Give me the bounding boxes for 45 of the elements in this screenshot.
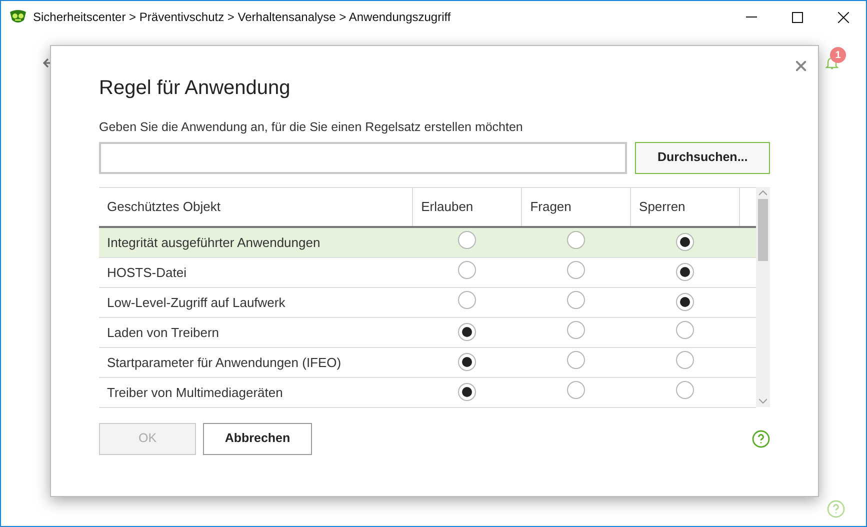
radio-button[interactable] [458,230,476,249]
help-icon[interactable] [752,430,770,448]
column-header: Fragen [530,199,572,214]
window-title: Sicherheitscenter > Präventivschutz > Verhaltensanalyse > Anwendungszugriff [33,9,451,26]
radio-button[interactable] [458,260,476,278]
scroll-down-icon[interactable] [759,398,767,404]
scroll-thumb[interactable] [758,198,768,261]
object-name[interactable]: Startparameter für Anwendungen (IFEO) [107,354,342,370]
radio-button[interactable] [567,380,586,398]
scrollbar[interactable] [756,186,770,407]
help-icon[interactable] [827,500,845,518]
radio-button[interactable] [676,350,694,368]
minimize-icon[interactable] [746,16,756,18]
radio-button[interactable] [458,382,476,400]
radio-button[interactable] [567,320,586,338]
radio-button[interactable] [458,322,476,340]
radio-button[interactable] [676,232,694,251]
notification-badge: 1 [830,47,846,63]
radio-button[interactable] [458,290,476,308]
radio-button[interactable] [458,352,476,370]
column-header: Geschütztes Objekt [107,199,220,214]
cancel-button[interactable]: Abbrechen [203,422,312,455]
maximize-icon[interactable] [792,12,802,22]
radio-button[interactable] [676,262,694,280]
column-header: Sperren [639,199,686,214]
dialog-title: Regel für Anwendung [99,76,292,100]
radio-button[interactable] [567,230,586,249]
radio-button[interactable] [567,260,586,278]
radio-button[interactable] [676,380,694,398]
object-name[interactable]: Laden von Treibern [107,324,220,340]
scroll-up-icon[interactable] [759,190,767,196]
radio-button[interactable] [676,292,694,310]
prompt-text: Geben Sie die Anwendung an, für die Sie einen Regelsatz erstellen möchten [99,119,524,136]
close-icon[interactable] [838,12,848,22]
radio-button[interactable] [676,320,694,338]
radio-button[interactable] [567,350,586,368]
browse-button[interactable]: Durchsuchen... [635,142,770,174]
application-field[interactable] [99,142,628,174]
radio-button[interactable] [567,290,586,308]
bell-icon[interactable] [825,56,839,70]
object-name[interactable]: Treiber von Multimediageräten [107,384,283,400]
logo-icon [9,9,27,25]
object-name[interactable]: HOSTS-Datei [107,264,186,280]
column-header: Erlauben [421,199,474,214]
object-name[interactable]: Low-Level-Zugriff auf Laufwerk [107,294,286,310]
